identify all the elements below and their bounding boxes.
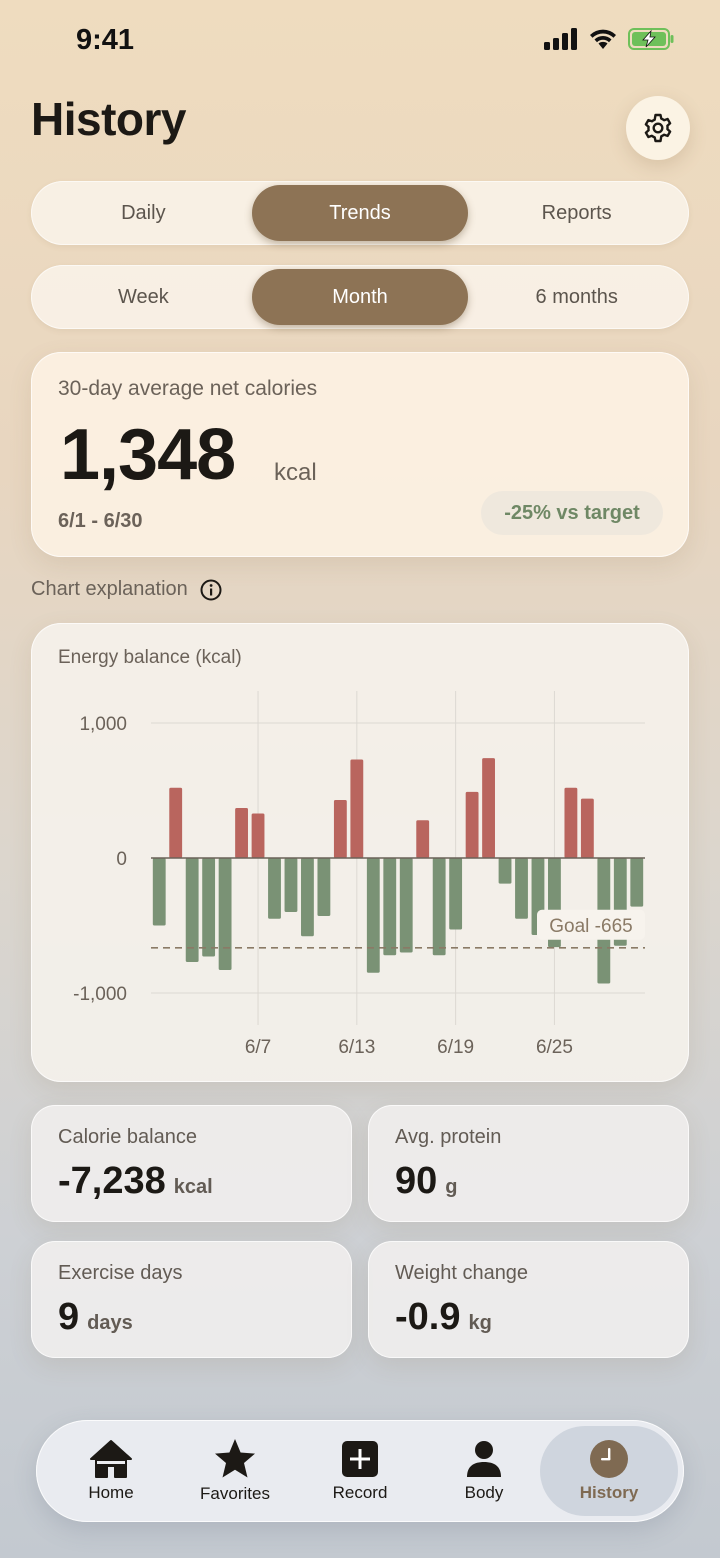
range-segmented-control: Week Month 6 months	[31, 265, 689, 329]
bar	[580, 798, 594, 858]
bar	[432, 858, 446, 956]
stat-value: 9	[58, 1296, 80, 1338]
tab-history[interactable]: History	[540, 1426, 678, 1516]
tab-label: Record	[332, 1483, 388, 1502]
bar	[301, 858, 314, 937]
bar	[317, 858, 331, 917]
x-tick-label: 6/7	[245, 1037, 271, 1058]
bar	[152, 858, 166, 926]
bar	[630, 858, 644, 907]
bar	[399, 858, 413, 953]
tab-reports[interactable]: Reports	[468, 185, 685, 241]
tab-label: Favorites	[200, 1484, 270, 1503]
bar	[218, 858, 232, 971]
bar	[482, 758, 495, 858]
stat-value: -7,238	[58, 1160, 166, 1202]
home-icon	[90, 1440, 132, 1478]
tab-favorites[interactable]: Favorites	[173, 1426, 297, 1516]
range-6-months[interactable]: 6 months	[468, 269, 685, 325]
page-title: History	[31, 93, 186, 145]
x-tick-label: 6/13	[338, 1037, 375, 1058]
chart-explanation-label: Chart explanation	[31, 578, 188, 600]
vs-target-badge: -25% vs target	[481, 491, 663, 535]
stat-unit: days	[87, 1312, 133, 1334]
tab-home[interactable]: Home	[49, 1426, 173, 1516]
chart-explanation-link[interactable]: Chart explanation	[31, 578, 222, 601]
tab-trends[interactable]: Trends	[251, 185, 469, 241]
stat-unit: g	[445, 1176, 458, 1198]
bar	[235, 808, 248, 858]
plus-square-icon	[342, 1441, 378, 1477]
bar	[564, 787, 578, 858]
status-time: 9:41	[76, 24, 135, 56]
stat-unit: kg	[468, 1312, 492, 1334]
stat-value: -0.9	[395, 1296, 461, 1338]
settings-button[interactable]	[626, 96, 690, 160]
tab-label: History	[579, 1483, 639, 1502]
bar	[383, 858, 397, 956]
summary-unit: kcal	[274, 459, 317, 486]
bar	[416, 820, 430, 858]
stat-card-weight-change: Weight change -0.9 kg	[368, 1241, 689, 1358]
info-icon	[200, 579, 222, 600]
star-icon	[215, 1439, 255, 1478]
bar	[268, 858, 281, 919]
stat-card-avg-protein: Avg. protein 90 g	[368, 1105, 689, 1222]
stat-card-exercise-days: Exercise days 9 days	[31, 1241, 352, 1358]
clock-icon	[590, 1440, 628, 1478]
energy-balance-chart: 1,000 0 -1,000 6/7 6/13 6/19 6/25 Goal -665	[73, 691, 645, 1058]
summary-value: 1,348	[60, 415, 236, 495]
range-week[interactable]: Week	[35, 269, 252, 325]
person-icon	[467, 1441, 501, 1477]
battery-charging-icon	[628, 28, 674, 50]
stat-unit: kcal	[173, 1176, 213, 1198]
stat-value: 90	[395, 1160, 438, 1202]
x-tick-label: 6/19	[437, 1037, 474, 1058]
stat-label: Calorie balance	[58, 1126, 197, 1148]
bar	[350, 759, 364, 858]
bar	[185, 858, 199, 962]
view-segmented-control: Daily Trends Reports	[31, 181, 689, 245]
stat-label: Weight change	[395, 1262, 529, 1284]
tab-daily[interactable]: Daily	[35, 185, 252, 241]
bar	[333, 799, 347, 858]
y-tick-label: 1,000	[79, 714, 127, 735]
gear-icon	[644, 113, 672, 143]
bar	[366, 858, 380, 973]
bottom-tab-bar: Home Favorites Record Body History	[36, 1420, 684, 1522]
bar	[202, 858, 216, 957]
bar	[284, 858, 298, 912]
wifi-icon	[590, 29, 616, 49]
cellular-signal-icon	[544, 28, 577, 50]
tab-record[interactable]: Record	[298, 1426, 422, 1516]
summary-card: 30-day average net calories 1,348 kcal 6…	[31, 352, 689, 557]
y-tick-label: -1,000	[73, 984, 127, 1005]
stat-label: Avg. protein	[395, 1126, 502, 1148]
status-icons	[544, 28, 674, 50]
bar	[515, 858, 528, 919]
bar	[169, 787, 183, 858]
range-month[interactable]: Month	[251, 269, 469, 325]
bar	[498, 858, 512, 884]
stat-label: Exercise days	[58, 1262, 183, 1284]
bar	[449, 858, 463, 930]
tab-label: Home	[88, 1483, 134, 1502]
x-tick-label: 6/25	[536, 1037, 573, 1058]
stat-card-calorie-balance: Calorie balance -7,238 kcal	[31, 1105, 352, 1222]
y-tick-label: 0	[116, 849, 127, 870]
bar	[465, 791, 479, 858]
tab-label: Body	[464, 1483, 504, 1502]
summary-label: 30-day average net calories	[58, 377, 318, 400]
bar	[251, 813, 265, 858]
tab-body[interactable]: Body	[422, 1426, 546, 1516]
summary-date-range: 6/1 - 6/30	[58, 510, 143, 532]
goal-label: Goal -665	[549, 916, 632, 937]
energy-balance-chart-card: Energy balance (kcal) 1,000 0 -1,000 6/7 6/1…	[31, 623, 689, 1082]
